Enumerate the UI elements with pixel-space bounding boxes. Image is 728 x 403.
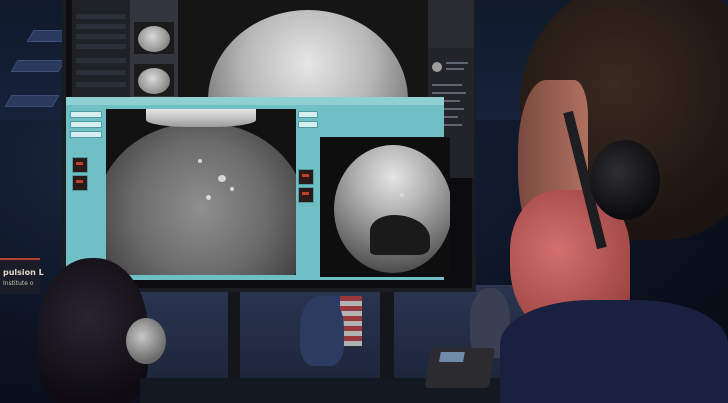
input-field[interactable]: [298, 121, 318, 128]
panel-row[interactable]: [76, 70, 126, 75]
monitor: [62, 0, 476, 292]
monitor-stand: [380, 292, 394, 392]
settings-panel: [72, 0, 130, 100]
background-person: [300, 296, 344, 366]
image-toolbar: [296, 109, 320, 275]
thumbnail[interactable]: [298, 187, 314, 203]
input-field[interactable]: [298, 111, 318, 118]
shoulder: [500, 300, 728, 403]
thumbnail-strip: [130, 0, 178, 100]
monitor-stand: [228, 292, 240, 380]
image-viewer-app: [72, 0, 474, 178]
thumbnail[interactable]: [134, 64, 174, 96]
desk-phone: [424, 348, 496, 388]
hazcam-viewer-app: [66, 97, 450, 280]
front-hazcam-image: [106, 109, 296, 275]
panel-row[interactable]: [76, 58, 126, 63]
ceiling-light: [10, 60, 66, 72]
thumbnail[interactable]: [298, 169, 314, 185]
headset-icon: [126, 318, 166, 364]
panel-row[interactable]: [76, 34, 126, 39]
photo-scene: pulsion L Institute o: [0, 0, 728, 403]
phone-screen: [439, 352, 465, 362]
thumbnail[interactable]: [134, 22, 174, 54]
control-column: [68, 109, 104, 229]
main-image-view: [178, 0, 428, 100]
panel-row[interactable]: [76, 14, 126, 19]
input-field[interactable]: [70, 121, 102, 128]
panel-row[interactable]: [76, 24, 126, 29]
thumbnail[interactable]: [72, 175, 88, 191]
rear-hazcam-image: [320, 137, 450, 277]
panel-row[interactable]: [76, 82, 126, 87]
input-field[interactable]: [70, 111, 102, 118]
foreground-person-right: [500, 0, 728, 403]
avatar: [432, 62, 442, 72]
app-header: [66, 97, 444, 105]
headset-icon: [590, 140, 660, 220]
thumbnail[interactable]: [72, 157, 88, 173]
mars-surface-image: [208, 10, 408, 100]
input-field[interactable]: [70, 131, 102, 138]
ceiling-light: [4, 95, 60, 107]
panel-row[interactable]: [76, 44, 126, 49]
